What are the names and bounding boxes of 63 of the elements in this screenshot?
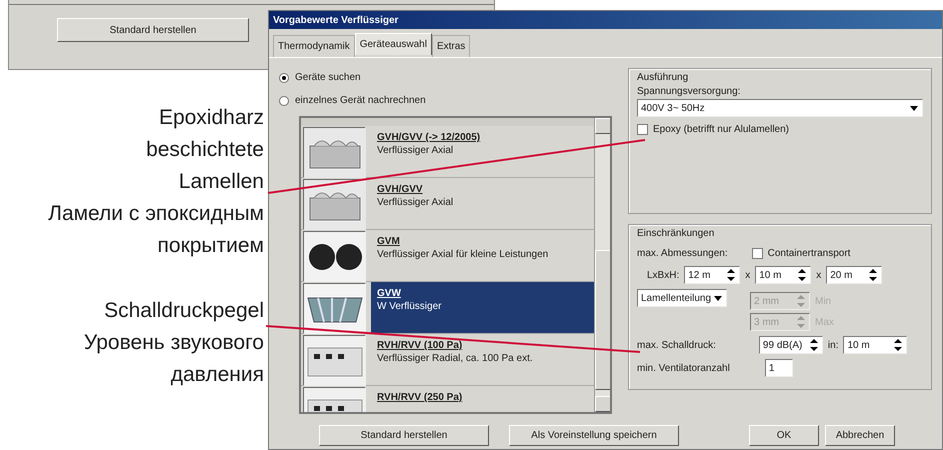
annotation-text: beschichtete	[145, 137, 264, 163]
tab[interactable]: Thermodynamik	[273, 35, 355, 57]
spin-field[interactable]: 20 m	[826, 266, 882, 284]
device-photo	[303, 283, 365, 333]
reset-button[interactable]: Standard herstellen	[57, 18, 249, 42]
spin-field[interactable]: 99 dB(A)	[758, 336, 823, 354]
dialog-button[interactable]: OK	[749, 425, 819, 446]
annotation-text: Lamellen	[178, 169, 264, 195]
field-label: max. Abmessungen:	[637, 247, 728, 261]
device-photo	[303, 231, 365, 281]
scrollbar[interactable]	[594, 118, 610, 412]
annotation-text: Schalldruckpegel	[103, 298, 264, 324]
device-list-item[interactable]: RVH/RVV (100 Pa) Verflüssiger Radial, ca. 100 Pa ext.	[371, 334, 594, 385]
annotation-text: Ламели с эпоксидным	[47, 201, 264, 227]
spin-field[interactable]: 12 m	[684, 266, 740, 284]
spin-field[interactable]: 10 m	[755, 266, 812, 284]
checkbox[interactable]	[637, 124, 648, 135]
checkbox[interactable]	[752, 248, 763, 259]
separator-text: x	[745, 268, 750, 282]
radio-label: einzelnes Gerät nachrechnen	[295, 94, 426, 108]
input-field[interactable]: 1	[764, 359, 793, 377]
device-list-item[interactable]: RVH/RVV (250 Pa)	[371, 386, 594, 412]
tab[interactable]: Geräteauswahl	[354, 33, 432, 55]
window-title: Vorgabewerte Verflüssiger	[269, 11, 942, 29]
annotation-text: давления	[170, 362, 264, 388]
caret-icon	[713, 294, 723, 302]
spin-field[interactable]: 10 m	[843, 336, 908, 354]
radio-label: Geräte suchen	[295, 71, 361, 85]
field-label: max. Schalldruck:	[637, 338, 716, 352]
device-list-item[interactable]: GVM Verflüssiger Axial für kleine Leistungen	[371, 230, 594, 281]
caret-icon	[909, 104, 919, 112]
annotation-text: Epoxidharz	[158, 105, 264, 131]
radio-button[interactable]	[279, 96, 289, 106]
field-label: LxBxH:	[647, 268, 680, 282]
dropdown-field[interactable]: Lamellenteilung	[637, 289, 727, 307]
group-title: Ausführung	[637, 71, 690, 85]
group-title: Einschränkungen	[637, 227, 716, 241]
annotation-text: покрытием	[156, 233, 264, 259]
device-list-item[interactable]: GVW W Verflüssiger	[371, 282, 594, 333]
spin-arrows-icon	[726, 268, 736, 282]
spin-arrows-icon	[796, 315, 806, 329]
tab[interactable]: Extras	[432, 35, 470, 57]
device-list-item[interactable]: GVH/GVV (-> 12/2005) Verflüssiger Axial	[371, 126, 594, 177]
field-label: Spannungsversorgung:	[637, 85, 742, 99]
separator-text: x	[816, 268, 822, 282]
device-photo	[303, 335, 365, 385]
spin-arrows-icon	[808, 338, 819, 352]
device-list-item[interactable]: GVH/GVV Verflüssiger Axial	[371, 178, 594, 229]
device-photo	[303, 179, 365, 229]
annotation-text: Уровень звукового	[82, 330, 264, 356]
dropdown-field[interactable]: 400V 3~ 50Hz	[637, 99, 923, 117]
spin-arrows-icon	[868, 268, 878, 282]
dialog-button[interactable]: Als Voreinstellung speichern	[509, 425, 679, 446]
checkbox-label: Containertransport	[768, 247, 850, 261]
dialog-button[interactable]: Abbrechen	[825, 425, 895, 446]
spin-arrows-icon	[796, 294, 806, 308]
spin-arrows-icon	[893, 338, 904, 352]
checkbox-label: Epoxy (betrifft nur Alulamellen)	[653, 123, 789, 137]
radio-button[interactable]	[279, 72, 289, 82]
dialog-button[interactable]: Standard herstellen	[319, 425, 489, 446]
spin-arrows-icon	[797, 268, 808, 282]
field-label: min. Ventilatoranzahl	[637, 362, 730, 376]
field-label: in:	[828, 338, 838, 352]
